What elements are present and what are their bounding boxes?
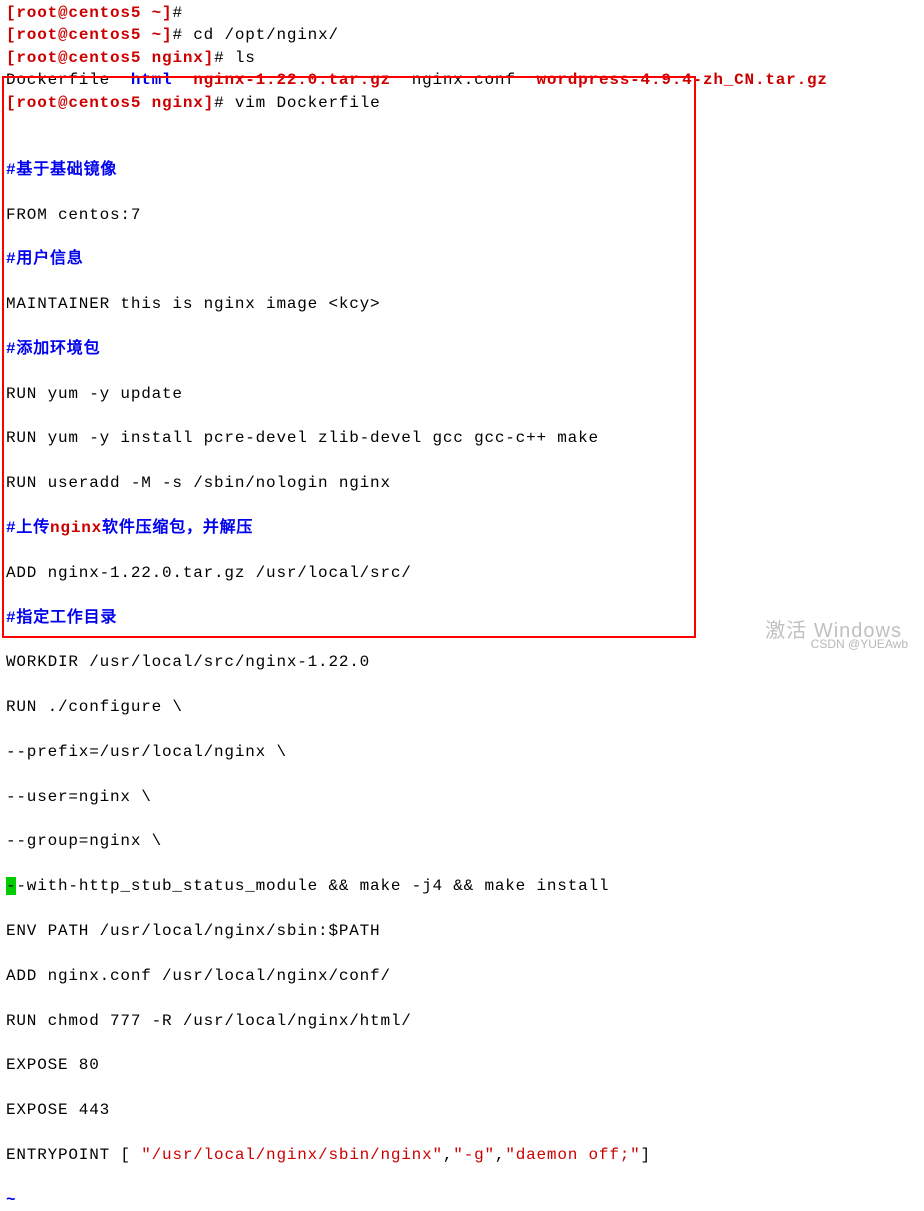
blank-line [6,114,918,136]
dockerfile-content[interactable]: #基于基础镜像 FROM centos:7 #用户信息 MAINTAINER t… [6,136,918,1188]
csdn-watermark: CSDN @YUEAwb [811,636,908,653]
cursor-icon: - [6,877,16,895]
ls-output: Dockerfile html nginx-1.22.0.tar.gz ngin… [6,69,918,91]
vim-tilde: ~ [6,1189,918,1211]
terminal-output: [root@centos5 ~]# [root@centos5 ~]# cd /… [6,2,918,1211]
cmd-cd: [root@centos5 ~]# cd /opt/nginx/ [6,24,918,46]
cmd-ls: [root@centos5 nginx]# ls [6,47,918,69]
prompt-line: [root@centos5 ~]# [6,2,918,24]
cmd-vim: [root@centos5 nginx]# vim Dockerfile [6,92,918,114]
